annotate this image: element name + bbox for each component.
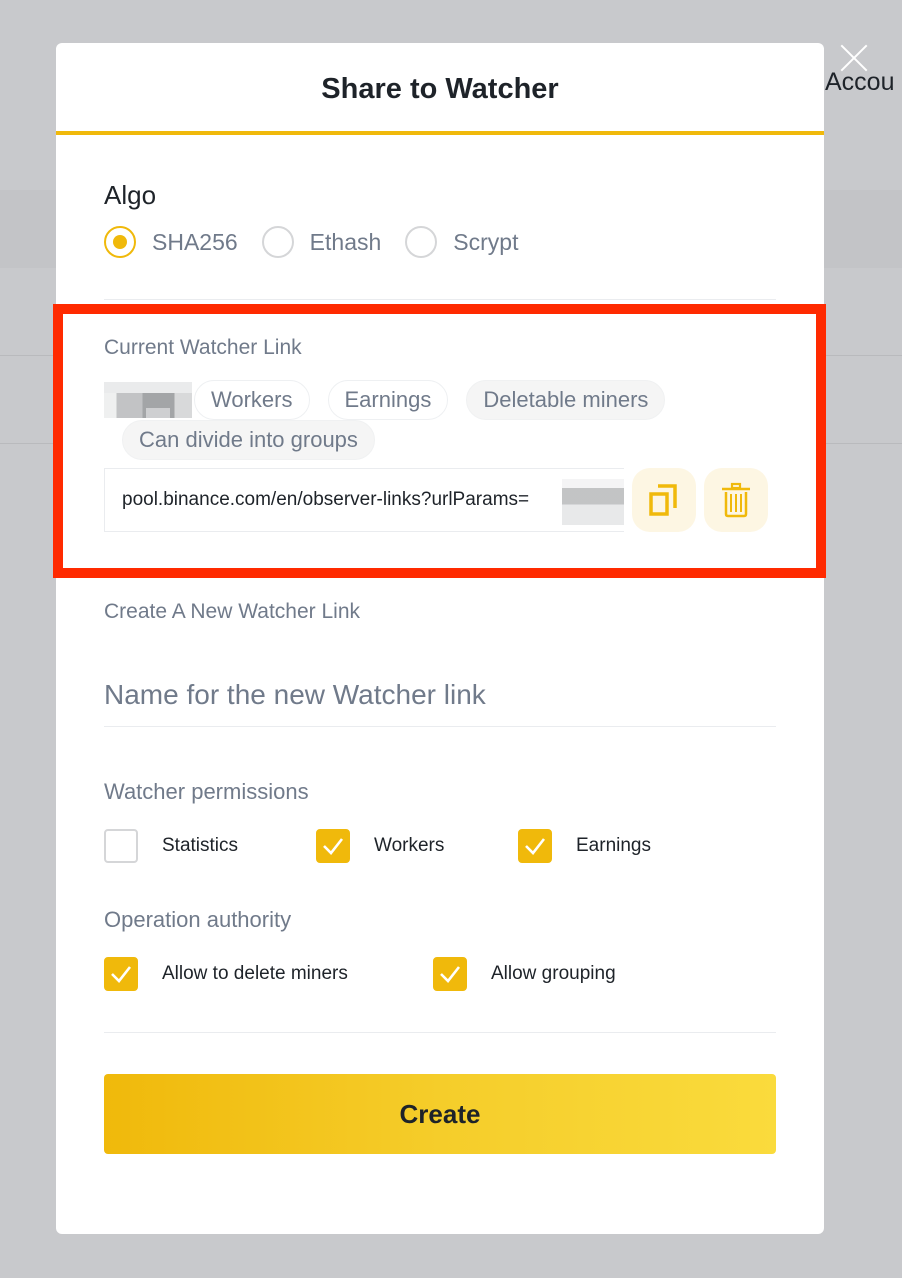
radio-ethash[interactable]: Ethash [261,226,382,258]
redacted-link-name [104,382,192,418]
section-divider [104,1032,776,1033]
checkbox-label: Allow grouping [491,963,616,984]
checkbox-workers[interactable]: Workers [316,829,518,863]
copy-link-button[interactable] [632,468,696,532]
share-to-watcher-modal: Share to Watcher Algo SHA256 Ethash Scry… [56,43,824,1234]
create-button[interactable]: Create [104,1074,776,1154]
checkbox-checked[interactable] [316,829,350,863]
checkbox-checked[interactable] [518,829,552,863]
radio-sha256[interactable]: SHA256 [104,226,238,258]
watcher-permissions-group: Statistics Workers Earnings [104,829,776,863]
trash-icon [722,482,750,518]
checkmark-icon [440,966,461,983]
checkbox-checked[interactable] [104,957,138,991]
tag-earnings: Earnings [327,380,449,420]
checkbox-label: Statistics [162,835,239,856]
delete-link-button[interactable] [704,468,768,532]
radio-button-checked[interactable] [104,226,136,258]
tag-deletable-miners: Deletable miners [466,380,666,420]
link-permission-tags: Workers Earnings Deletable miners Can di… [104,380,734,460]
copy-icon [649,484,677,516]
create-new-link-label: Create A New Watcher Link [104,600,360,623]
radio-label: SHA256 [152,228,238,255]
modal-header: Share to Watcher [56,43,824,135]
operation-authority-label: Operation authority [104,907,292,932]
watcher-link-name-input[interactable] [104,663,776,727]
checkmark-icon [111,966,132,983]
radio-button[interactable] [261,226,294,258]
tag-can-divide-into-groups: Can divide into groups [122,420,375,460]
checkbox-label: Workers [374,835,445,856]
checkbox-checked[interactable] [433,957,467,991]
radio-scrypt[interactable]: Scrypt [405,226,518,258]
checkmark-icon [525,838,546,855]
checkbox-label: Earnings [576,835,651,856]
checkbox-unchecked[interactable] [104,829,138,863]
section-divider [104,299,776,300]
checkbox-earnings[interactable]: Earnings [518,829,730,863]
radio-label: Scrypt [453,228,519,255]
radio-label: Ethash [309,228,382,255]
watcher-link-url: pool.binance.com/en/observer-links?urlPa… [122,489,530,510]
algo-label: Algo [104,180,157,210]
checkmark-icon [323,838,344,855]
current-link-row: pool.binance.com/en/observer-links?urlPa… [104,468,776,532]
close-icon[interactable] [838,42,870,74]
operation-authority-group: Allow to delete miners Allow grouping [104,957,776,991]
checkbox-statistics[interactable]: Statistics [104,829,316,863]
modal-title: Share to Watcher [321,72,559,105]
algo-radio-group: SHA256 Ethash Scrypt [104,224,776,260]
checkbox-label: Allow to delete miners [162,963,348,984]
watcher-link-field[interactable]: pool.binance.com/en/observer-links?urlPa… [104,468,624,532]
watcher-permissions-label: Watcher permissions [104,779,309,804]
checkbox-allow-grouping[interactable]: Allow grouping [433,957,616,991]
create-button-label: Create [399,1098,481,1129]
tag-workers: Workers [194,380,310,420]
current-watcher-link-label: Current Watcher Link [104,336,302,359]
checkbox-allow-delete-miners[interactable]: Allow to delete miners [104,957,433,991]
redacted-url-params [562,479,624,525]
radio-button[interactable] [405,226,438,258]
